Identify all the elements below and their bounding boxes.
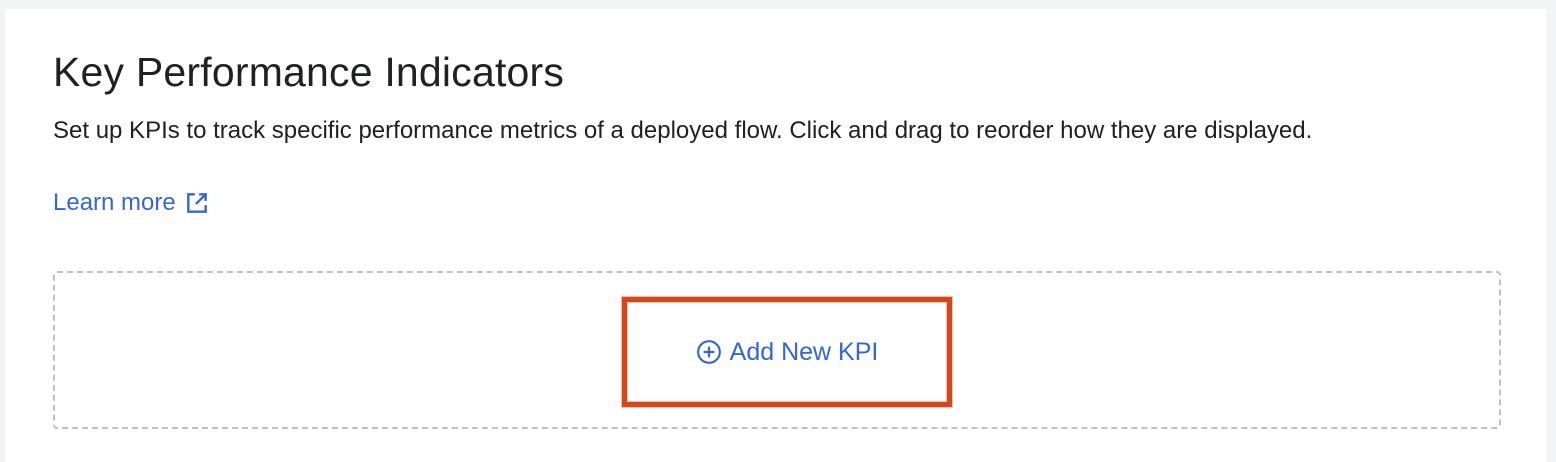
page-description: Set up KPIs to track specific performanc… — [53, 117, 1313, 144]
open-in-new-icon — [184, 190, 210, 216]
learn-more-label: Learn more — [53, 189, 176, 216]
kpi-card: Key Performance Indicators Set up KPIs t… — [5, 9, 1546, 462]
add-new-kpi-label: Add New KPI — [729, 337, 879, 366]
add-circle-icon — [696, 339, 722, 365]
page-title: Key Performance Indicators — [53, 49, 565, 95]
learn-more-link[interactable]: Learn more — [53, 186, 210, 220]
add-kpi-highlight: Add New KPI — [622, 297, 952, 407]
add-new-kpi-button[interactable]: Add New KPI — [627, 302, 947, 402]
kpi-dropzone: Add New KPI — [53, 271, 1501, 429]
